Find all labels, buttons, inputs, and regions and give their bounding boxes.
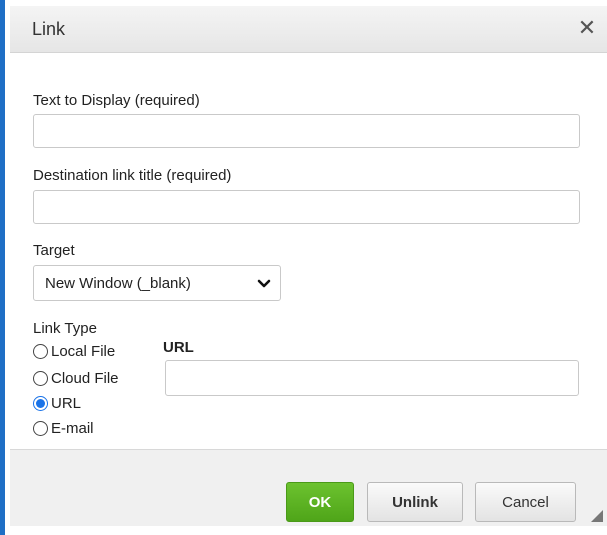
url-label: URL — [163, 339, 194, 356]
chevron-down-icon — [257, 279, 271, 288]
destination-title-label: Destination link title (required) — [33, 167, 232, 184]
target-label: Target — [33, 242, 75, 259]
radio-label-url: URL — [51, 395, 82, 412]
target-select-value: New Window (_blank) — [45, 275, 191, 292]
link-dialog: Link ✕ Text to Display (required) Destin… — [10, 6, 607, 526]
radio-button-cloud-file[interactable] — [33, 371, 48, 386]
page: Link ✕ Text to Display (required) Destin… — [0, 0, 607, 535]
radio-button-url[interactable] — [33, 396, 48, 411]
radio-button-email[interactable] — [33, 421, 48, 436]
text-to-display-label: Text to Display (required) — [33, 92, 200, 109]
radio-label-cloud-file: Cloud File — [51, 370, 119, 387]
radio-label-email: E-mail — [51, 420, 94, 437]
radio-url[interactable]: URL — [33, 395, 93, 415]
radio-email[interactable]: E-mail — [33, 420, 113, 440]
cancel-button[interactable]: Cancel — [475, 482, 576, 522]
page-edge-accent-bar — [0, 0, 5, 535]
radio-button-local-file[interactable] — [33, 344, 48, 359]
radio-local-file[interactable]: Local File — [33, 343, 143, 363]
url-input[interactable] — [165, 360, 579, 396]
link-type-label: Link Type — [33, 320, 97, 337]
resize-grip-icon[interactable] — [591, 510, 603, 522]
text-to-display-input[interactable] — [33, 114, 580, 148]
target-select[interactable]: New Window (_blank) — [33, 265, 281, 301]
destination-title-input[interactable] — [33, 190, 580, 224]
ok-button[interactable]: OK — [286, 482, 354, 522]
dialog-title: Link — [32, 19, 66, 39]
dialog-header: Link ✕ — [10, 6, 607, 53]
close-icon[interactable]: ✕ — [577, 17, 597, 39]
radio-cloud-file[interactable]: Cloud File — [33, 370, 148, 390]
unlink-button[interactable]: Unlink — [367, 482, 463, 522]
radio-label-local-file: Local File — [51, 343, 116, 360]
dialog-footer: OK Unlink Cancel — [10, 449, 607, 526]
